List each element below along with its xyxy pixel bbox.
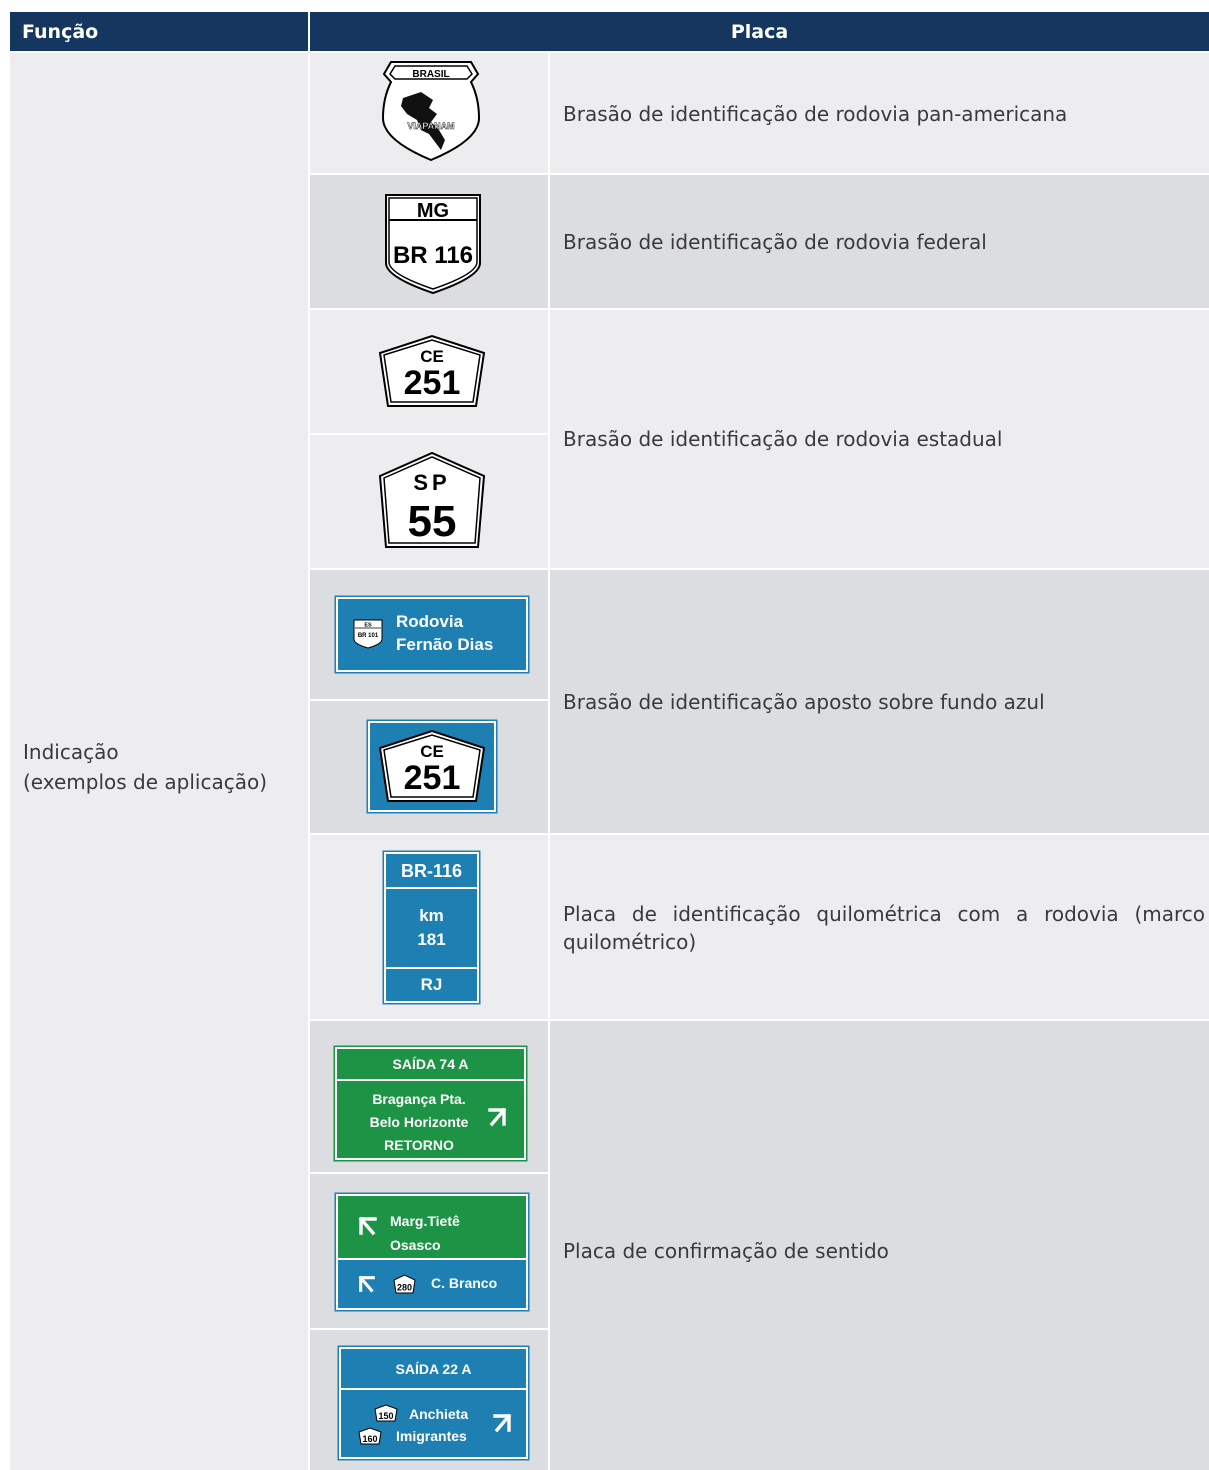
saida-74-divider [337,1079,524,1081]
funcao-line1: Indicação [23,740,119,764]
fernao-dias-sign: ES BR 101 Rodovia Fernão Dias [336,597,528,672]
arrow-up-right-icon [488,1107,507,1127]
saida-22-dest2: Imigrantes [396,1428,467,1444]
km-state-text: RJ [420,975,443,994]
tiete-dest: C. Branco [431,1275,498,1291]
km-label-text: km [419,906,444,925]
ce-state-shield-icon: CE 251 [378,334,486,407]
saida-74-line1: Bragança Pta. [372,1091,466,1107]
tiete-green-text: Marg.Tietê Osasco [390,1209,520,1257]
fernao-line1: Rodovia [396,612,464,631]
desc-km: Placa de identificação quilométrica com … [563,902,1205,954]
sp280-text: 280 [397,1283,412,1293]
federal-state-text: MG [417,200,449,222]
br101-state-text: ES [364,623,372,629]
header-funcao-label: Função [22,20,99,43]
sp280-shield-icon: 280 [393,1274,416,1294]
fernao-line2: Fernão Dias [396,635,494,654]
sp150-shield-icon: 150 [374,1404,398,1422]
pan-top-text: BRASIL [412,69,449,80]
desc-estadual: Brasão de identificação de rodovia estad… [563,427,1003,451]
saida-74-line3: RETORNO [384,1137,454,1153]
saida-22-divider [341,1388,526,1390]
sp-state-shield-icon: SP 55 [378,451,486,548]
saida-22-title: SAÍDA 22 A [395,1360,472,1377]
desc-federal: Brasão de identificação de rodovia feder… [563,230,987,254]
saida-22-sign: SAÍDA 22 A 150 Anchieta 160 Imigrantes [339,1347,528,1459]
km-road-text: BR-116 [400,860,463,881]
ce-blue-sign: CE 251 [368,721,496,812]
desc-pan: Brasão de identificação de rodovia pan-a… [563,102,1068,126]
ce-blue-shield-icon: CE 251 [378,729,486,802]
km-body: km 181 [386,889,477,967]
sp160-shield-icon: 160 [358,1427,382,1445]
saida-74-line2: Belo Horizonte [369,1114,469,1130]
sp150-text: 150 [378,1411,393,1421]
arrow-up-right-icon-2 [493,1413,512,1433]
br101-shield-icon: ES BR 101 [353,619,383,649]
federal-shield-icon: MG BR 116 [385,194,481,295]
br101-road-text: BR 101 [358,633,379,639]
header-placa: Placa [310,12,1209,51]
tiete-line1: Marg.Tietê [390,1213,460,1229]
header-placa-label: Placa [730,20,789,43]
desc-azul: Brasão de identificação aposto sobre fun… [563,690,1045,714]
arrow-up-left-icon [358,1216,377,1236]
funcao-line2: (exemplos de aplicação) [23,770,267,794]
sp-number-text: 55 [408,497,457,546]
arrow-up-left-icon-2 [358,1275,375,1293]
ce-blue-number-text: 251 [404,759,461,797]
federal-road-text: BR 116 [393,242,473,269]
saida-74-title: SAÍDA 74 A [392,1056,469,1072]
km-value-text: 181 [417,930,446,949]
desc-sentido: Placa de confirmação de sentido [563,1239,889,1263]
saida-74-body: Bragança Pta. Belo Horizonte RETORNO [349,1088,489,1157]
pan-word-text: VIAPANAM [407,121,454,131]
pan-american-shield-icon: BRASIL VIAPANAM [381,61,481,162]
ce-number-text: 251 [404,364,461,402]
tiete-line2: Osasco [390,1237,441,1253]
sp160-text: 160 [362,1434,377,1444]
funcao-text: Indicação (exemplos de aplicação) [23,737,308,797]
saida-22-dest1: Anchieta [409,1406,469,1422]
header-funcao: Função [10,12,308,51]
km-marker-sign: BR-116 km 181 RJ [384,852,479,1003]
sp-state-text: SP [413,470,450,495]
saida-74-sign: SAÍDA 74 A Bragança Pta. Belo Horizonte … [335,1047,526,1160]
tiete-sign: Marg.Tietê Osasco 280 C. Branco [336,1194,528,1310]
